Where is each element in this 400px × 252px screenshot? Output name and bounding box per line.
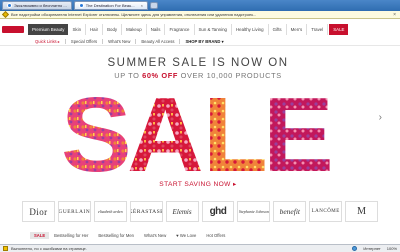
product-tabs: SALE Bestselling for Her Bestselling for… bbox=[30, 231, 390, 239]
infobar-text: Все надстройки обозревателя Internet Exp… bbox=[11, 12, 257, 17]
carousel-next-icon[interactable]: › bbox=[379, 112, 382, 123]
brand-logo-m[interactable]: M bbox=[345, 201, 379, 222]
sale-hero-banner[interactable]: SUMMER SALE IS NOW ON UP TO 60% OFF OVER… bbox=[22, 50, 382, 195]
brand-strip: Dior GUERLAIN elizabeth arden KÉRASTASE … bbox=[22, 201, 379, 222]
tab-we-love[interactable]: ♥ We Love bbox=[171, 233, 201, 238]
hero-sub-prefix: UP TO bbox=[114, 71, 143, 80]
security-zone: Интернет bbox=[363, 246, 381, 251]
status-right: Интернет 100% bbox=[352, 246, 397, 251]
browser-tab-bar: Эксклюзивно и бесплатно ... The Destinat… bbox=[0, 0, 400, 11]
tab-label: The Destination For Beau... bbox=[85, 3, 135, 8]
brand-logo-guerlain[interactable]: GUERLAIN bbox=[57, 201, 91, 222]
hero-sub-suffix: OVER 10,000 PRODUCTS bbox=[177, 71, 282, 80]
site-logo[interactable] bbox=[0, 25, 28, 35]
zoom-level[interactable]: 100% bbox=[387, 246, 397, 251]
brand-logo-lancome[interactable]: LANCÔME bbox=[309, 201, 343, 222]
sub-nav: Quick Links ▸ Special Offers What's New … bbox=[0, 37, 400, 46]
brand-logo-elemis[interactable]: Elemis bbox=[165, 201, 199, 222]
start-saving-link[interactable]: START SAVING NOW ▸ bbox=[22, 180, 374, 188]
quick-links-link[interactable]: Quick Links ▸ bbox=[30, 38, 66, 44]
nav-premium-beauty[interactable]: Premium Beauty bbox=[28, 24, 69, 35]
nav-nails[interactable]: Nails bbox=[147, 24, 166, 35]
letter-a: A bbox=[127, 85, 204, 181]
error-icon[interactable] bbox=[3, 246, 8, 251]
addons-infobar[interactable]: Все надстройки обозревателя Internet Exp… bbox=[0, 10, 400, 19]
nav-travel[interactable]: Travel bbox=[307, 24, 329, 35]
shop-by-brand-dropdown[interactable]: SHOP BY BRAND ▾ bbox=[180, 39, 228, 44]
beauty-all-access-link[interactable]: Beauty All Access bbox=[136, 38, 181, 44]
new-tab-button[interactable] bbox=[149, 2, 158, 9]
letter-l: L bbox=[203, 85, 268, 181]
brand-logo-benefit[interactable]: benefit bbox=[273, 201, 307, 222]
brand-logo-dior[interactable]: Dior bbox=[22, 201, 55, 222]
nav-body[interactable]: Body bbox=[103, 24, 123, 35]
nav-hair[interactable]: Hair bbox=[86, 24, 104, 35]
nav-skin[interactable]: Skin bbox=[68, 24, 87, 35]
brand-logo-kerastase[interactable]: KÉRASTASE bbox=[129, 201, 163, 222]
tab-sale[interactable]: SALE bbox=[30, 231, 50, 239]
nav-mens[interactable]: Men's bbox=[287, 24, 308, 35]
tab-whats-new[interactable]: What's New bbox=[139, 233, 171, 238]
status-text: Выполнено, но с ошибками на странице. bbox=[11, 246, 87, 251]
letter-e: E bbox=[263, 85, 334, 181]
logo-mark bbox=[2, 26, 24, 33]
nav-gifts[interactable]: Gifts bbox=[269, 24, 287, 35]
ie-icon bbox=[78, 3, 84, 8]
nav-fragrance[interactable]: Fragrance bbox=[165, 24, 195, 35]
ie-icon bbox=[7, 3, 12, 8]
browser-tab-1[interactable]: Эксклюзивно и бесплатно ... bbox=[2, 1, 72, 10]
close-icon[interactable]: × bbox=[393, 12, 396, 18]
tab-hot-offers[interactable]: Hot Offers bbox=[201, 233, 230, 238]
hero-subtitle: UP TO 60% OFF OVER 10,000 PRODUCTS bbox=[22, 71, 374, 80]
nav-healthy-living[interactable]: Healthy Living bbox=[232, 24, 269, 35]
browser-status-bar: Выполнено, но с ошибками на странице. Ин… bbox=[0, 244, 400, 252]
whats-new-link[interactable]: What's New bbox=[103, 38, 137, 44]
brand-logo-elizabeth-arden[interactable]: elizabeth arden bbox=[93, 201, 127, 222]
hero-discount: 60% OFF bbox=[142, 71, 178, 80]
brand-logo-ghd[interactable]: ghd bbox=[201, 201, 235, 222]
tab-bestselling-men[interactable]: Bestselling for Men bbox=[93, 233, 139, 238]
globe-icon bbox=[352, 246, 358, 251]
nav-sun-tanning[interactable]: Sun & Tanning bbox=[195, 24, 232, 35]
brand-logo-stephanie-johnson[interactable]: Stephanie Johnson bbox=[237, 201, 271, 222]
browser-tab-2[interactable]: The Destination For Beau... × bbox=[73, 1, 148, 10]
tab-bestselling-her[interactable]: Bestselling for Her bbox=[49, 233, 93, 238]
nav-makeup[interactable]: Makeup bbox=[122, 24, 147, 35]
special-offers-link[interactable]: Special Offers bbox=[66, 38, 104, 44]
main-nav: Premium Beauty Skin Hair Body Makeup Nai… bbox=[0, 24, 400, 35]
letter-s: S bbox=[61, 85, 132, 181]
close-icon[interactable]: × bbox=[141, 3, 143, 8]
hero-title: SUMMER SALE IS NOW ON bbox=[107, 57, 289, 69]
tab-label: Эксклюзивно и бесплатно ... bbox=[14, 3, 67, 8]
warning-icon bbox=[1, 10, 10, 19]
sale-products-artwork: S A L E bbox=[61, 85, 334, 181]
nav-sale[interactable]: SALE bbox=[329, 24, 349, 35]
